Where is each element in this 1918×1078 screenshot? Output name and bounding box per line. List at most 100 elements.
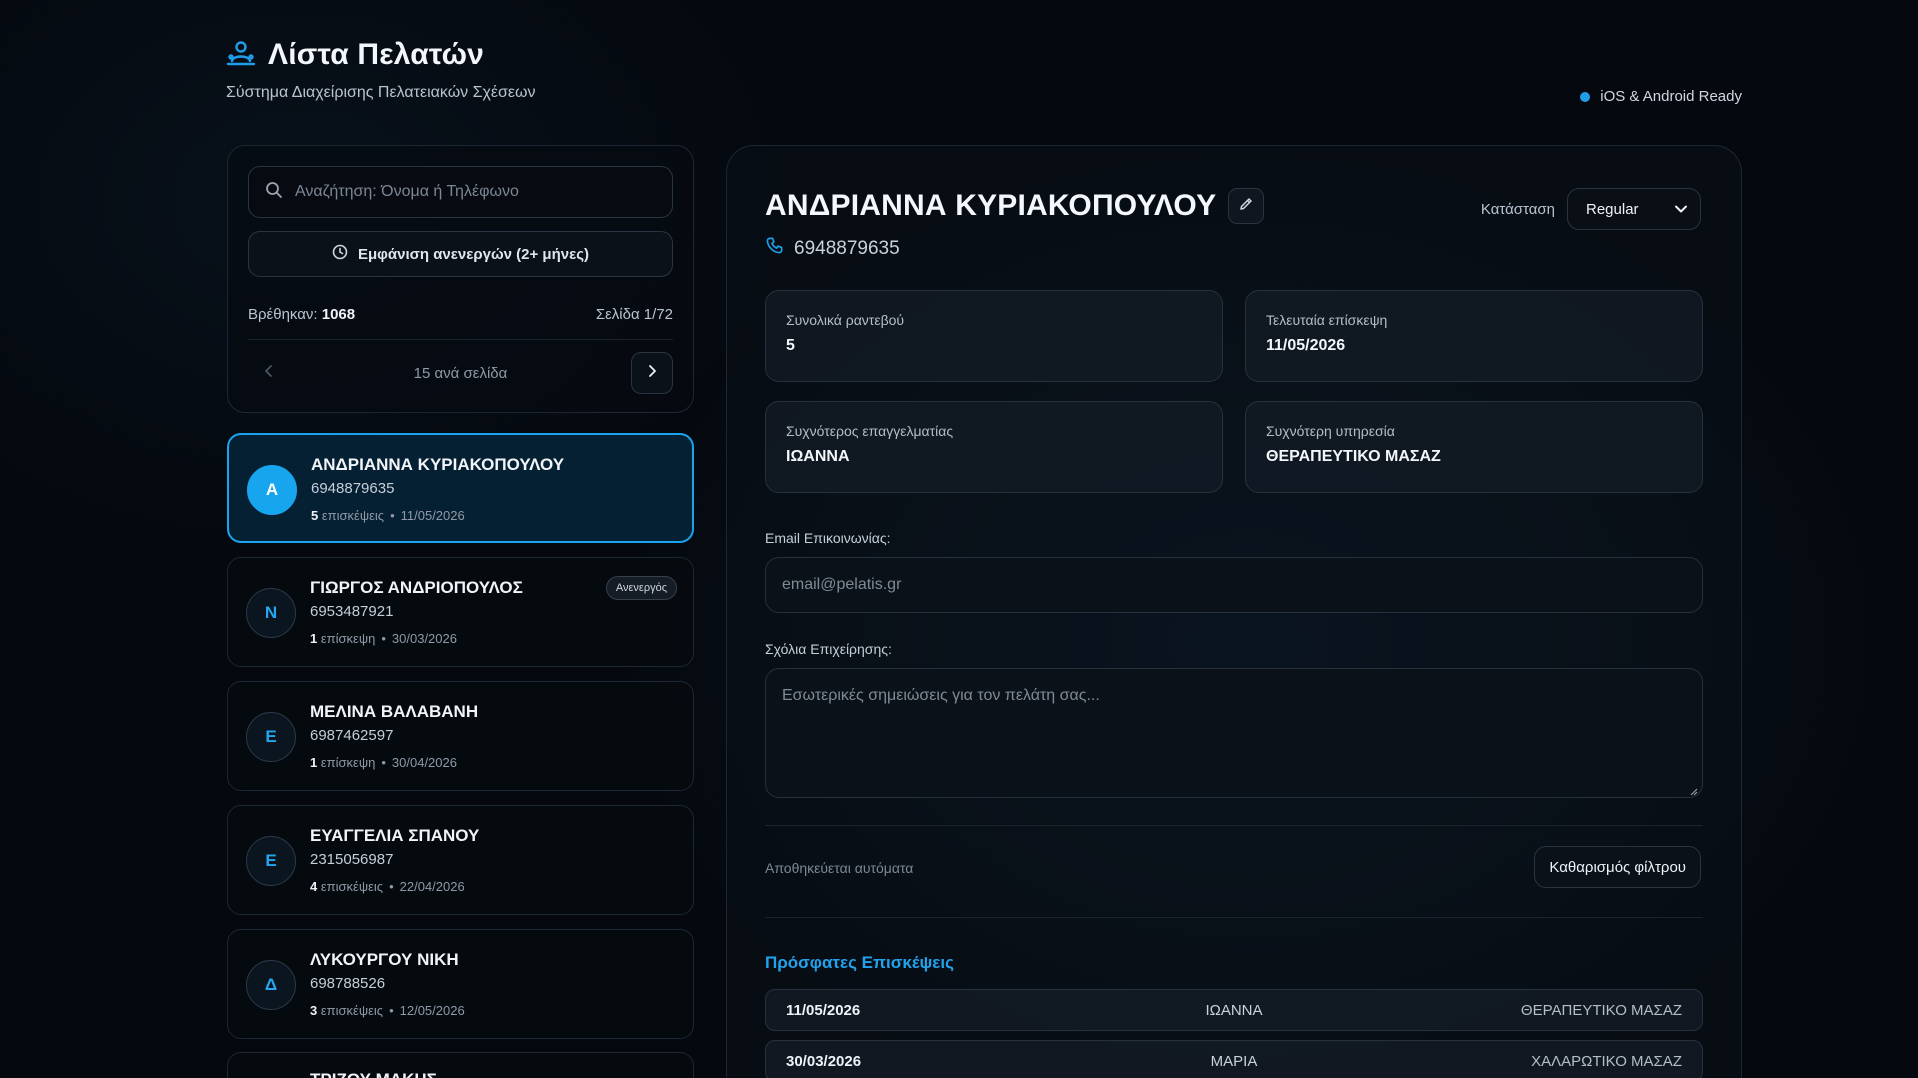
stat-frequent-service: Συχνότερη υπηρεσία ΘΕΡΑΠΕΥΤΙΚΟ ΜΑΣΑΖ: [1245, 401, 1703, 493]
last-visit-date: 30/04/2026: [391, 755, 457, 770]
visit-count-label: επισκέψεις: [320, 1003, 384, 1018]
resize-handle-icon[interactable]: [1688, 783, 1698, 796]
search-input[interactable]: [295, 183, 655, 201]
client-phone: 698788526: [310, 975, 386, 992]
stat-label: Συνολικά ραντεβού: [786, 312, 905, 328]
client-card[interactable]: Ν ΓΙΩΡΓΟΣ ΑΝΔΡΙΟΠΟΥΛΟΣ Ανενεργός 6953487…: [227, 557, 694, 667]
results-count-label: Βρέθηκαν:: [248, 306, 318, 323]
search-box[interactable]: [248, 166, 673, 218]
client-meta: 5 επισκέψεις • 11/05/2026: [311, 508, 465, 523]
stat-value: ΘΕΡΑΠΕΥΤΙΚΟ ΜΑΣΑΖ: [1266, 448, 1441, 465]
visit-count-label: επίσκεψη: [320, 755, 376, 770]
chevron-left-icon: [263, 364, 275, 383]
avatar: Α: [247, 465, 297, 515]
stat-label: Συχνότερος επαγγελματίας: [786, 423, 954, 439]
per-page-label: 15 ανά σελίδα: [413, 364, 508, 382]
client-detail-phone: 6948879635: [765, 236, 900, 261]
stat-value: ΙΩΑΝΝΑ: [786, 448, 850, 465]
visit-count: 1: [310, 631, 318, 646]
client-meta: 1 επίσκεψη • 30/03/2026: [310, 631, 457, 646]
prev-page-button[interactable]: [248, 352, 290, 394]
last-visit-date: 22/04/2026: [399, 879, 465, 894]
visit-count: 5: [311, 508, 319, 523]
inactive-badge: Ανενεργός: [605, 576, 677, 600]
client-phone: 6953487921: [310, 603, 394, 620]
page-title: Λίστα Πελατών: [268, 38, 485, 71]
stat-total-appointments: Συνολικά ραντεβού 5: [765, 290, 1223, 382]
visit-count: 1: [310, 755, 318, 770]
client-header: ΑΝΔΡΙΑΝΝΑ ΚΥΡΙΑΚΟΠΟΥΛΟΥ: [765, 188, 1265, 224]
last-visit-date: 12/05/2026: [399, 1003, 465, 1018]
visit-count: 4: [310, 879, 318, 894]
visit-row: 30/03/2026 ΜΑΡΙΑ ΧΑΛΑΡΩΤΙΚΟ ΜΑΣΑΖ: [765, 1040, 1703, 1078]
results-count-value: 1068: [321, 306, 356, 323]
show-inactive-button[interactable]: Εμφάνιση ανενεργών (2+ μήνες): [248, 231, 673, 277]
visit-count-label: επισκέψεις: [320, 879, 384, 894]
client-card[interactable]: Α ΑΝΔΡΙΑΝΝΑ ΚΥΡΙΑΚΟΠΟΥΛΟΥ 6948879635 5 ε…: [227, 433, 694, 543]
divider: [765, 825, 1703, 826]
email-label: Email Επικοινωνίας:: [765, 530, 891, 546]
next-page-button[interactable]: [630, 352, 673, 394]
client-name: ΛΥΚΟΥΡΓΟΥ ΝΙΚΗ: [310, 950, 459, 969]
stat-label: Τελευταία επίσκεψη: [1266, 312, 1388, 328]
client-phone: 6948879635: [311, 480, 395, 497]
notes-placeholder: Εσωτερικές σημειώσεις για τον πελάτη σας…: [782, 687, 1100, 704]
stat-label: Συχνότερη υπηρεσία: [1266, 423, 1395, 439]
visit-service: ΘΕΡΑΠΕΥΤΙΚΟ ΜΑΣΑΖ: [1520, 1001, 1682, 1019]
client-name: ΕΥΑΓΓΕΛΙΑ ΣΠΑΝΟΥ: [310, 826, 480, 845]
email-field[interactable]: [765, 557, 1703, 613]
platform-badge: iOS & Android Ready: [1580, 88, 1742, 105]
visit-count-label: επισκέψεις: [321, 508, 385, 523]
client-card[interactable]: ΤΡΙΖΟΥ ΜΑΚΗΣ: [227, 1052, 694, 1078]
email-input[interactable]: [782, 576, 1686, 594]
visit-date: 30/03/2026: [786, 1052, 862, 1070]
app-header: Λίστα Πελατών: [226, 38, 484, 72]
status-select[interactable]: Regular: [1567, 188, 1701, 230]
chevron-down-icon: [1674, 201, 1688, 218]
avatar: Ε: [246, 712, 296, 762]
pencil-icon: [1238, 196, 1254, 217]
visit-row: 11/05/2026 ΙΩΑΝΝΑ ΘΕΡΑΠΕΥΤΙΚΟ ΜΑΣΑΖ: [765, 989, 1703, 1031]
chevron-right-icon: [646, 364, 658, 383]
notes-label: Σχόλια Επιχείρησης:: [765, 641, 892, 657]
visit-count: 3: [310, 1003, 318, 1018]
client-meta: 1 επίσκεψη • 30/04/2026: [310, 755, 457, 770]
last-visit-date: 30/03/2026: [391, 631, 457, 646]
client-detail-name: ΑΝΔΡΙΑΝΝΑ ΚΥΡΙΑΚΟΠΟΥΛΟΥ: [765, 189, 1217, 222]
client-card[interactable]: Δ ΛΥΚΟΥΡΓΟΥ ΝΙΚΗ 698788526 3 επισκέψεις …: [227, 929, 694, 1039]
page-subtitle: Σύστημα Διαχείρισης Πελατειακών Σχέσεων: [226, 84, 536, 101]
client-meta: 4 επισκέψεις • 22/04/2026: [310, 879, 465, 894]
status-label: Κατάσταση: [1480, 200, 1555, 218]
visit-professional: ΙΩΑΝΝΑ: [1205, 1001, 1263, 1019]
avatar: Ε: [246, 836, 296, 886]
status-value: Regular: [1586, 200, 1639, 218]
clear-filter-button[interactable]: Καθαρισμός φίλτρου: [1534, 846, 1701, 888]
clock-icon: [332, 244, 348, 264]
stat-frequent-professional: Συχνότερος επαγγελματίας ΙΩΑΝΝΑ: [765, 401, 1223, 493]
visit-count-label: επίσκεψη: [320, 631, 376, 646]
client-phone: 6987462597: [310, 727, 394, 744]
client-meta: 3 επισκέψεις • 12/05/2026: [310, 1003, 465, 1018]
last-visit-date: 11/05/2026: [400, 508, 465, 523]
status-control: Κατάσταση Regular: [1481, 188, 1701, 230]
platform-badge-label: iOS & Android Ready: [1600, 88, 1742, 105]
stat-last-visit: Τελευταία επίσκεψη 11/05/2026: [1245, 290, 1703, 382]
stat-value: 5: [786, 337, 795, 354]
search-icon: [265, 181, 283, 204]
users-icon: [226, 40, 256, 71]
client-name: ΜΕΛΙΝΑ ΒΑΛΑΒΑΝΗ: [310, 702, 479, 721]
visit-date: 11/05/2026: [786, 1001, 861, 1019]
divider: [248, 339, 673, 340]
stat-value: 11/05/2026: [1266, 337, 1346, 354]
edit-name-button[interactable]: [1228, 188, 1265, 224]
recent-visits-title: Πρόσφατες Επισκέψεις: [765, 953, 954, 972]
client-card[interactable]: Ε ΜΕΛΙΝΑ ΒΑΛΑΒΑΝΗ 6987462597 1 επίσκεψη …: [227, 681, 694, 791]
client-card[interactable]: Ε ΕΥΑΓΓΕΛΙΑ ΣΠΑΝΟΥ 2315056987 4 επισκέψε…: [227, 805, 694, 915]
avatar: Ν: [246, 588, 296, 638]
show-inactive-label: Εμφάνιση ανενεργών (2+ μήνες): [357, 245, 590, 263]
filter-panel: Εμφάνιση ανενεργών (2+ μήνες) Βρέθηκαν: …: [227, 145, 694, 413]
notes-textarea[interactable]: Εσωτερικές σημειώσεις για τον πελάτη σας…: [765, 668, 1703, 798]
client-name: ΑΝΔΡΙΑΝΝΑ ΚΥΡΙΑΚΟΠΟΥΛΟΥ: [311, 455, 565, 474]
client-detail-panel: ΑΝΔΡΙΑΝΝΑ ΚΥΡΙΑΚΟΠΟΥΛΟΥ 6948879635 Κατάσ…: [726, 145, 1742, 1078]
avatar: Δ: [246, 960, 296, 1010]
